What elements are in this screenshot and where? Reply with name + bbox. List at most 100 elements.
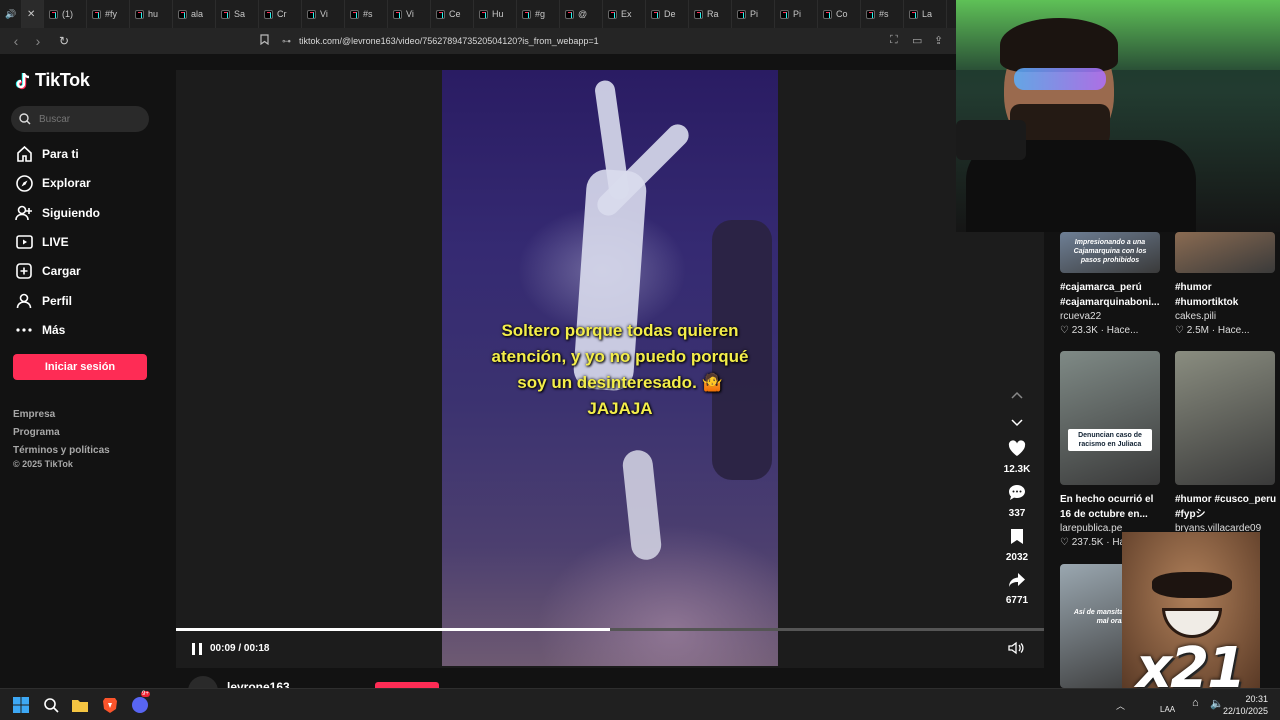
browser-tab[interactable]: (1) xyxy=(44,0,87,28)
browser-tab[interactable]: @ xyxy=(560,0,603,28)
share-icon[interactable]: ⇪ xyxy=(934,34,943,47)
url-field[interactable]: ⊶ tiktok.com/@levrone163/video/756278947… xyxy=(282,33,902,49)
related-video-title[interactable]: En hecho ocurrió el xyxy=(1060,492,1164,507)
streamer-hair xyxy=(1000,18,1118,72)
browser-tab[interactable]: De xyxy=(646,0,689,28)
share-action[interactable]: 6771 xyxy=(997,572,1037,606)
screen-icon[interactable]: ▭ xyxy=(912,34,922,47)
like-count: 12.3K xyxy=(1003,464,1031,475)
tiktok-icon xyxy=(780,9,789,19)
related-video-thumbnail[interactable]: Denuncian caso de racismo en Juliaca xyxy=(1060,351,1160,485)
tiktok-icon xyxy=(49,9,58,19)
browser-tab[interactable]: Hu xyxy=(474,0,517,28)
tiktok-icon xyxy=(221,9,230,19)
related-video-title[interactable]: #humor xyxy=(1175,280,1279,295)
browser-tab[interactable]: Ce xyxy=(431,0,474,28)
login-button[interactable]: Iniciar sesión xyxy=(13,354,147,380)
footer-link[interactable]: Programa xyxy=(13,427,60,438)
bookmark-icon[interactable] xyxy=(260,34,269,48)
like-action[interactable]: 12.3K xyxy=(997,440,1037,475)
network-icon[interactable]: ⌂ xyxy=(1192,697,1199,709)
related-video-author[interactable]: cakes.pili xyxy=(1175,311,1216,322)
reload-icon[interactable]: ↻ xyxy=(58,34,70,48)
related-video-thumbnail[interactable] xyxy=(1175,351,1275,485)
related-video-author[interactable]: rcueva22 xyxy=(1060,311,1101,322)
following-icon xyxy=(15,204,33,222)
tiktok-icon xyxy=(92,9,101,19)
footer-link[interactable]: Términos y políticas xyxy=(13,445,110,456)
browser-tab[interactable]: #s xyxy=(345,0,388,28)
heart-outline-icon: ♡ xyxy=(1175,325,1187,336)
caption-line: atención, y yo no puedo porqué xyxy=(491,347,749,366)
tray-chevron-icon[interactable]: ︿ xyxy=(1116,699,1125,712)
browser-tab[interactable]: #fy xyxy=(87,0,130,28)
sidebar-item-para-ti[interactable]: Para ti xyxy=(15,144,79,164)
save-action[interactable]: 2032 xyxy=(997,528,1037,563)
tiktok-icon xyxy=(436,9,445,19)
related-video-title[interactable]: #cajamarquinaboni... xyxy=(1060,295,1164,310)
related-video-author[interactable]: larepublica.pe xyxy=(1060,523,1122,534)
related-video-title[interactable]: 16 de octubre en... xyxy=(1060,507,1164,522)
back-icon[interactable]: ‹ xyxy=(10,33,22,49)
related-video-title[interactable]: #fypシ xyxy=(1175,507,1279,522)
sidebar-item-label: Más xyxy=(42,322,66,337)
chevron-down-icon xyxy=(1011,419,1023,427)
tiktok-icon xyxy=(479,9,488,19)
volume-icon[interactable] xyxy=(1008,641,1024,658)
browser-tab[interactable]: 🔊 xyxy=(0,0,22,28)
speaker-icon[interactable]: 🔊 xyxy=(5,9,16,20)
related-video-title[interactable]: #cajamarca_perú xyxy=(1060,280,1164,295)
search-box[interactable] xyxy=(11,106,149,132)
browser-tab[interactable]: #g xyxy=(517,0,560,28)
related-video-title[interactable]: #humortiktok xyxy=(1175,295,1279,310)
browser-tab[interactable]: #s xyxy=(861,0,904,28)
taskbar-search-icon[interactable] xyxy=(41,695,61,715)
sidebar-item-live[interactable]: LIVE xyxy=(15,232,69,252)
browser-tab[interactable]: Ex xyxy=(603,0,646,28)
related-video-thumbnail[interactable] xyxy=(1175,232,1275,273)
pause-button[interactable] xyxy=(190,642,204,656)
progress-bar[interactable] xyxy=(176,628,1044,631)
close-icon[interactable]: ✕ xyxy=(27,9,35,20)
sidebar-item-siguiendo[interactable]: Siguiendo xyxy=(15,203,100,223)
keyboard-language[interactable]: LAA xyxy=(1160,705,1175,714)
browser-tab[interactable]: ✕ xyxy=(22,0,44,28)
sidebar-item-perfil[interactable]: Perfil xyxy=(15,291,72,311)
comment-action[interactable]: 337 xyxy=(997,484,1037,519)
forward-icon[interactable]: › xyxy=(32,33,44,49)
file-explorer-icon[interactable] xyxy=(70,695,90,715)
footer-link[interactable]: Empresa xyxy=(13,409,55,420)
related-video-title[interactable]: #humor #cusco_peru xyxy=(1175,492,1279,507)
browser-tab[interactable]: Cr xyxy=(259,0,302,28)
browser-tab[interactable]: ala xyxy=(173,0,216,28)
browser-tab[interactable]: Vi xyxy=(388,0,431,28)
next-video-button[interactable] xyxy=(997,414,1037,432)
tiktok-icon xyxy=(307,9,316,19)
sidebar-item-explorar[interactable]: Explorar xyxy=(15,173,91,193)
sidebar-item-más[interactable]: Más xyxy=(15,320,65,340)
search-input[interactable] xyxy=(37,112,137,126)
discord-icon[interactable]: 9+ xyxy=(130,691,150,715)
sidebar-item-label: Para ti xyxy=(42,147,79,161)
stats-text: 23.3K · Hace... xyxy=(1071,325,1139,336)
brave-browser-icon[interactable] xyxy=(100,695,120,715)
browser-tab[interactable]: Pi xyxy=(775,0,818,28)
browser-tab[interactable]: hu xyxy=(130,0,173,28)
stats-text: 2.5M · Hace... xyxy=(1186,325,1250,336)
related-video-thumbnail[interactable]: Impresionando a una Cajamarquina con los… xyxy=(1060,232,1160,273)
tiktok-logo[interactable]: TikTok xyxy=(15,70,90,91)
sidebar-item-cargar[interactable]: Cargar xyxy=(15,261,81,281)
site-info-icon[interactable]: ⊶ xyxy=(282,36,291,47)
translate-icon[interactable]: ⛶ xyxy=(890,34,898,47)
speaker-tray-icon[interactable]: 🔈 xyxy=(1210,697,1224,710)
browser-tab[interactable]: Ra xyxy=(689,0,732,28)
browser-tab[interactable]: Pi xyxy=(732,0,775,28)
tab-label: Sa xyxy=(234,9,246,19)
browser-tab[interactable]: Co xyxy=(818,0,861,28)
browser-tab[interactable]: La xyxy=(904,0,947,28)
browser-tab[interactable]: Vi xyxy=(302,0,345,28)
browser-tab[interactable]: Sa xyxy=(216,0,259,28)
taskbar-clock[interactable]: 20:31 22/10/2025 xyxy=(1223,693,1268,717)
prev-video-button[interactable] xyxy=(997,386,1037,404)
windows-start-icon[interactable] xyxy=(11,695,31,715)
